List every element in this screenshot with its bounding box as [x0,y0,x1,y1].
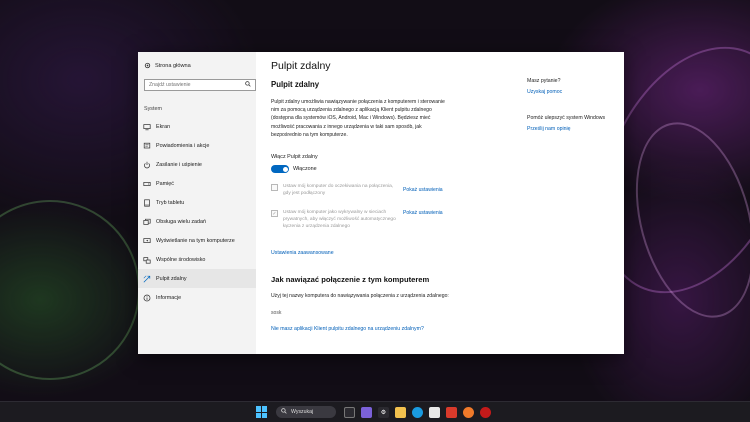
search-icon[interactable] [245,81,251,89]
notification-icon [143,142,151,150]
sidebar-item-about[interactable]: Informacje [138,288,256,307]
sidebar-item-ekran[interactable]: Ekran [138,117,256,136]
sidebar-item-remote-desktop[interactable]: Pulpit zdalny [138,269,256,288]
multitasking-icon [143,218,151,226]
main-content: Pulpit zdalny Pulpit zdalny Pulpit zdaln… [271,52,511,354]
remote-desktop-description: Pulpit zdalny umożliwia nawiązywanie poł… [271,99,445,138]
improve-label: Pomóż ulepszyć system Windows [527,115,606,121]
search-icon [281,408,287,416]
checkbox-label: Ustaw mój komputer jako wykrywalny w sie… [283,210,396,230]
edge-icon[interactable] [412,406,423,418]
no-client-app-link[interactable]: Nie masz aplikacji Klient pulpitu zdalne… [271,326,424,332]
office-icon[interactable] [446,406,457,418]
taskbar-search-label: Wyszukaj [291,409,314,415]
start-button[interactable] [256,406,268,418]
discoverable-checkbox[interactable]: ✓ [271,210,278,217]
sidebar-item-shared[interactable]: Wspólne środowisko [138,250,256,269]
settings-icon[interactable]: ⚙ [378,406,389,418]
page-title: Pulpit zdalny [271,60,331,72]
tablet-icon [143,198,151,207]
shared-icon [143,256,151,264]
sidebar-item-label: Powiadomienia i akcje [156,142,210,149]
storage-icon [143,180,151,188]
sidebar-item-label: Wspólne środowisko [156,256,206,263]
checkbox-label: Ustaw mój komputer do oczekiwania na poł… [283,184,394,197]
question-label: Masz pytanie? [527,78,561,84]
power-icon [143,161,151,169]
store-icon[interactable] [429,406,440,418]
file-explorer-icon[interactable] [395,406,406,418]
how-to-connect-description: Użyj tej nazwy komputera do nawiązywania… [271,293,449,299]
task-view-icon[interactable] [344,406,355,418]
taskbar: Wyszukaj ⚙ [0,401,750,422]
sidebar-item-label: Zasilanie i uśpienie [156,161,202,168]
sidebar-item-label: Informacje [156,294,182,301]
sidebar-item-projecting[interactable]: Wyświetlanie na tym komputerze [138,231,256,250]
remote-desktop-icon [143,275,151,283]
section-heading: Pulpit zdalny [271,80,320,89]
checkmark-icon: ✓ [272,210,277,217]
info-icon [143,294,151,302]
pc-name: sosk [271,310,282,316]
how-to-connect-heading: Jak nawiązać połączenie z tym komputerem [271,275,430,284]
home-link[interactable]: Strona główna [144,62,191,69]
sidebar: Strona główna System Ekran Powiadomienia… [138,52,256,354]
sidebar-item-label: Wyświetlanie na tym komputerze [156,237,235,244]
remote-desktop-toggle[interactable] [271,165,289,173]
sidebar-item-power[interactable]: Zasilanie i uśpienie [138,155,256,174]
toggle-state-text: Włączone [293,166,317,172]
firefox-icon[interactable] [463,406,474,418]
sidebar-item-tablet[interactable]: Tryb tabletu [138,193,256,212]
monitor-icon [143,123,151,131]
taskbar-search[interactable]: Wyszukaj [276,406,336,418]
feedback-link[interactable]: Prześlij nam opinię [527,126,571,132]
opera-icon[interactable] [480,406,491,418]
sidebar-item-label: Ekran [156,123,171,130]
toggle-label: Włącz Pulpit zdalny [271,154,318,160]
project-icon [143,237,151,245]
teams-icon[interactable] [361,406,372,418]
sidebar-section-title: System [144,106,162,112]
sidebar-item-notifications[interactable]: Powiadomienia i akcje [138,136,256,155]
checkbox-row-discoverable: ✓ Ustaw mój komputer jako wykrywalny w s… [271,209,401,231]
taskbar-icons: Wyszukaj ⚙ [256,406,497,418]
sidebar-item-label: Pulpit zdalny [156,275,187,282]
keep-awake-checkbox[interactable] [271,184,278,191]
sidebar-nav: Ekran Powiadomienia i akcje Zasilanie i … [138,117,256,307]
sidebar-item-label: Obsługa wielu zadań [156,218,207,225]
settings-window: Strona główna System Ekran Powiadomienia… [138,52,624,354]
sidebar-item-label: Tryb tabletu [156,199,185,206]
sidebar-item-label: Pamięć [156,180,174,187]
search-input[interactable] [149,82,239,88]
show-settings-link[interactable]: Pokaż ustawienia [403,210,443,216]
show-settings-link[interactable]: Pokaż ustawienia [403,187,443,193]
gear-icon [144,62,151,69]
get-help-link[interactable]: Uzyskaj pomoc [527,89,562,95]
home-label: Strona główna [155,62,191,69]
sidebar-item-storage[interactable]: Pamięć [138,174,256,193]
advanced-settings-link[interactable]: Ustawienia zaawansowane [271,250,334,256]
sidebar-item-multitasking[interactable]: Obsługa wielu zadań [138,212,256,231]
search-box[interactable] [144,79,256,91]
checkbox-row-keep-awake: Ustaw mój komputer do oczekiwania na poł… [271,183,401,197]
